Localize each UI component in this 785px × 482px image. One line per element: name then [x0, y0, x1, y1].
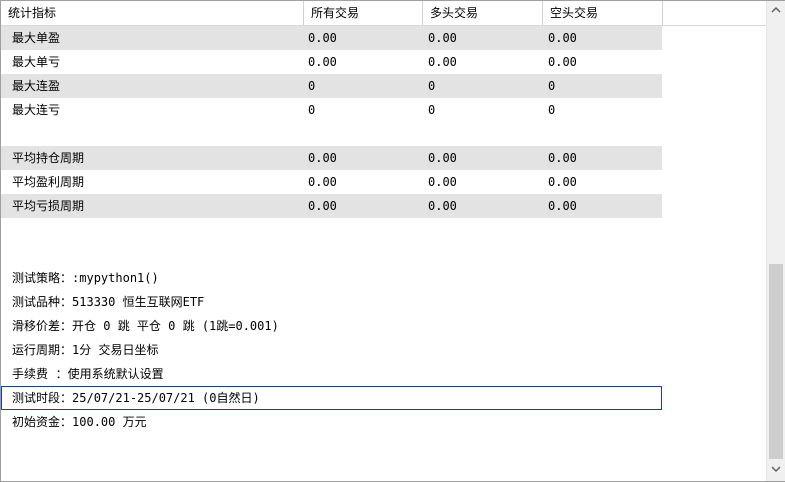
row-label: 平均盈利周期 [12, 175, 85, 189]
value-all: 0.00 [308, 31, 337, 45]
info-label: 测试时段： [12, 391, 73, 405]
value-long: 0.00 [428, 31, 457, 45]
value-short: 0.00 [548, 199, 577, 213]
statistics-content: 统计指标 所有交易 多头交易 空头交易 最大单盈 0.00 0.00 0.00 … [1, 1, 766, 481]
row-label: 最大连亏 [12, 103, 61, 117]
row-label: 最大连盈 [12, 79, 61, 93]
info-value: :mypython1() [72, 271, 159, 285]
info-value: 100.00 万元 [72, 415, 147, 429]
value-short: 0.00 [548, 31, 577, 45]
table-row[interactable]: 平均持仓周期 0.00 0.00 0.00 [1, 146, 662, 170]
value-all: 0.00 [308, 175, 337, 189]
value-long: 0 [428, 79, 436, 93]
info-label: 初始资金： [12, 415, 73, 429]
info-row-slippage[interactable]: 滑移价差：开仓 0 跳 平仓 0 跳 (1跳=0.001) [1, 314, 662, 338]
value-long: 0.00 [428, 199, 457, 213]
value-short: 0 [548, 79, 556, 93]
vertical-scrollbar[interactable] [766, 1, 785, 481]
value-long: 0.00 [428, 151, 457, 165]
table-row[interactable]: 最大单盈 0.00 0.00 0.00 [1, 26, 662, 50]
table-row[interactable]: 最大连亏 0 0 0 [1, 98, 662, 122]
info-value: 513330 恒生互联网ETF [72, 295, 205, 309]
info-value: 25/07/21-25/07/21 (0自然日) [72, 391, 260, 405]
value-long: 0.00 [428, 55, 457, 69]
row-label: 最大单盈 [12, 31, 61, 45]
info-value: 使用系统默认设置 [67, 367, 164, 381]
value-long: 0.00 [428, 175, 457, 189]
table-row[interactable]: 平均盈利周期 0.00 0.00 0.00 [1, 170, 662, 194]
column-header-all[interactable]: 所有交易 [304, 1, 423, 25]
column-header-metric[interactable]: 统计指标 [1, 1, 304, 25]
table-row[interactable]: 最大连盈 0 0 0 [1, 74, 662, 98]
info-row-fee[interactable]: 手续费 ：使用系统默认设置 [1, 362, 662, 386]
statistics-panel: 统计指标 所有交易 多头交易 空头交易 最大单盈 0.00 0.00 0.00 … [0, 0, 785, 482]
chevron-up-icon[interactable] [767, 3, 785, 20]
value-all: 0.00 [308, 199, 337, 213]
value-short: 0.00 [548, 55, 577, 69]
value-long: 0 [428, 103, 436, 117]
value-all: 0.00 [308, 151, 337, 165]
info-label: 滑移价差： [12, 319, 73, 333]
value-short: 0.00 [548, 175, 577, 189]
info-row-test-period[interactable]: 测试时段：25/07/21-25/07/21 (0自然日) [1, 386, 662, 410]
info-label: 测试策略： [12, 271, 73, 285]
column-header-long[interactable]: 多头交易 [423, 1, 543, 25]
value-short: 0.00 [548, 151, 577, 165]
info-row-instrument[interactable]: 测试品种：513330 恒生互联网ETF [1, 290, 662, 314]
info-value: 1分 交易日坐标 [72, 343, 159, 357]
info-value: 开仓 0 跳 平仓 0 跳 (1跳=0.001) [72, 319, 279, 333]
table-row[interactable]: 最大单亏 0.00 0.00 0.00 [1, 50, 662, 74]
scrollbar-thumb[interactable] [769, 264, 783, 459]
info-label: 测试品种： [12, 295, 73, 309]
row-label: 平均持仓周期 [12, 151, 85, 165]
info-row-period[interactable]: 运行周期：1分 交易日坐标 [1, 338, 662, 362]
row-label: 最大单亏 [12, 55, 61, 69]
table-row[interactable]: 平均亏损周期 0.00 0.00 0.00 [1, 194, 662, 218]
info-row-strategy[interactable]: 测试策略：:mypython1() [1, 266, 662, 290]
value-all: 0 [308, 79, 316, 93]
info-label: 运行周期： [12, 343, 73, 357]
value-short: 0 [548, 103, 556, 117]
chevron-down-icon[interactable] [767, 462, 785, 479]
table-header: 统计指标 所有交易 多头交易 空头交易 [1, 1, 766, 26]
info-label: 手续费 ： [12, 367, 68, 381]
info-row-initial-capital[interactable]: 初始资金：100.00 万元 [1, 410, 662, 434]
value-all: 0.00 [308, 55, 337, 69]
value-all: 0 [308, 103, 316, 117]
column-header-short[interactable]: 空头交易 [543, 1, 663, 25]
row-label: 平均亏损周期 [12, 199, 85, 213]
